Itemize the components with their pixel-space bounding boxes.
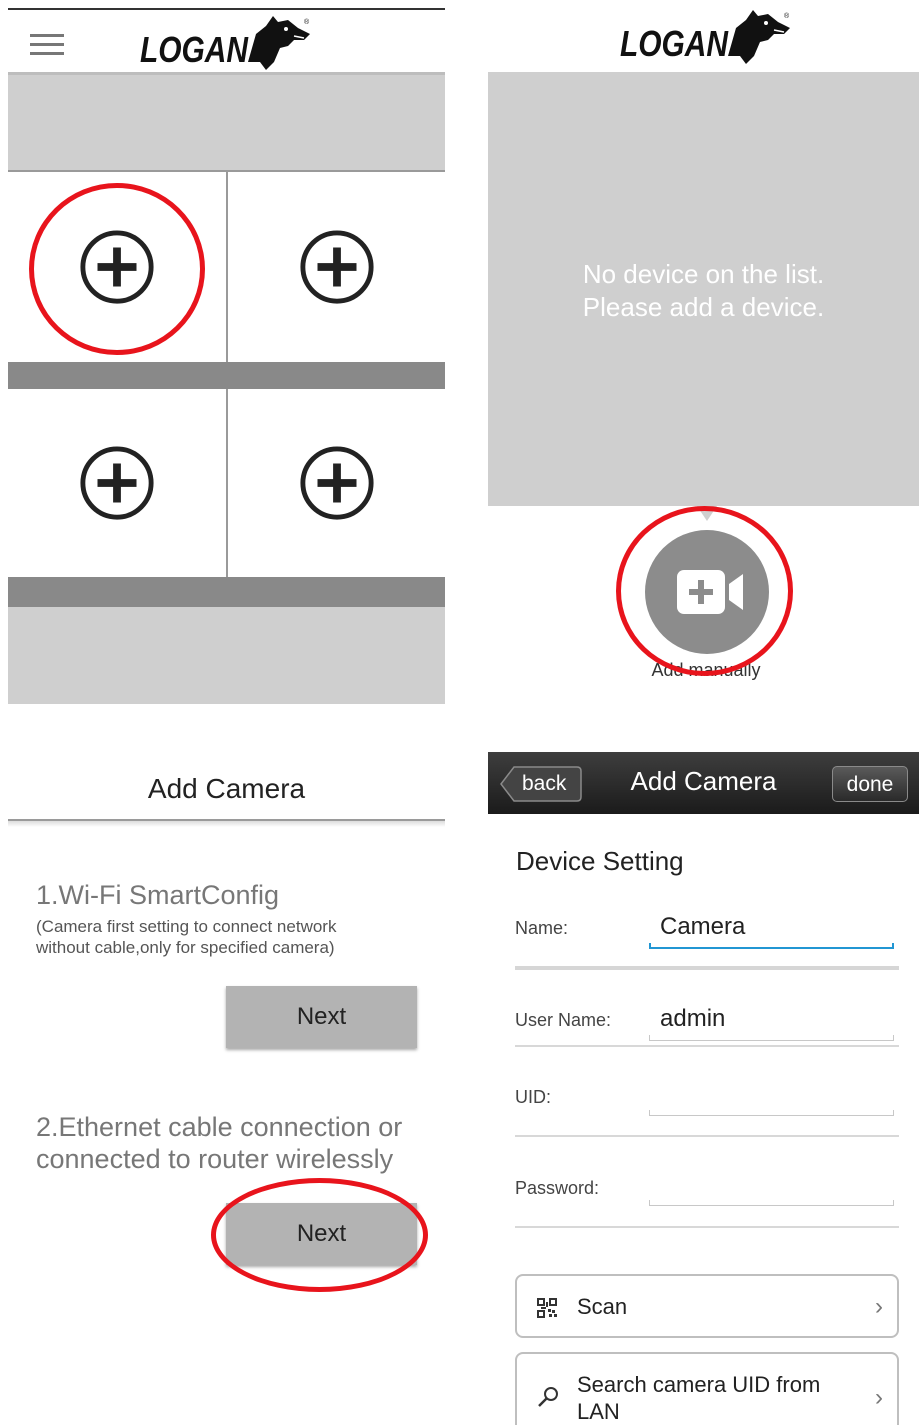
search-icon [538,1387,558,1407]
username-input[interactable] [649,1003,894,1035]
row-separator [515,1135,899,1137]
password-label: Password: [515,1178,600,1198]
title-shadow [8,821,445,827]
row-separator [8,362,445,389]
username-label: User Name: [515,1010,612,1030]
nav-bar: back Add Camera done [488,752,919,814]
chevron-right-icon: › [875,1384,883,1411]
add-camera-button[interactable] [645,530,769,654]
menu-icon[interactable] [30,34,66,56]
username-underline [649,1035,894,1041]
row-separator [515,1226,899,1228]
password-underline [649,1200,894,1206]
svg-text:®: ® [784,12,790,20]
add-camera-method-screen: Add Camera 1.Wi-Fi SmartConfig (Camera f… [8,738,445,1425]
done-button[interactable]: done [832,766,908,802]
uid-underline [649,1110,894,1116]
add-circle-icon[interactable] [78,228,156,306]
qr-code-icon [537,1298,557,1318]
logan-logo: LOGAN ® [140,16,310,70]
row-separator [515,1045,899,1047]
scan-label: Scan [577,1294,628,1319]
chevron-right-icon: › [875,1293,883,1320]
scan-button[interactable]: Scan › [515,1274,899,1338]
device-list-screen: LOGAN ® No device on the list. Please ad… [488,0,919,704]
uid-label: UID: [515,1087,551,1107]
device-grid-screen: LOGAN ® [8,0,445,704]
option2-title-line-1: 2.Ethernet cable connection or [36,1112,403,1142]
add-video-icon [677,570,743,614]
logo-text: LOGAN [620,23,729,64]
grid-cell-1[interactable] [8,172,226,362]
grid-cell-2[interactable] [228,172,445,362]
section-title: Device Setting [516,846,684,876]
tooltip-pointer [697,506,717,521]
empty-message-line-2: Please add a device. [582,292,825,322]
option1-note-line-2: without cable,only for specified camera) [36,938,335,957]
ethernet-next-button[interactable]: Next [226,1203,417,1265]
search-label-line-1: Search camera UID from [577,1372,821,1397]
option2-title-line-2: connected to router wirelessly [36,1144,394,1174]
name-input[interactable] [649,911,894,943]
top-banner [8,75,445,171]
grid-cell-4[interactable] [228,389,445,577]
add-circle-icon[interactable] [78,444,156,522]
uid-input[interactable] [649,1080,894,1112]
logan-logo: LOGAN ® [620,10,790,64]
add-circle-icon[interactable] [298,228,376,306]
empty-list-message: No device on the list. Please add a devi… [488,258,919,324]
smartconfig-next-button[interactable]: Next [226,986,417,1048]
search-label-line-2: LAN [577,1399,620,1424]
search-lan-button[interactable]: Search camera UID from LAN › [515,1352,899,1425]
name-underline [649,943,894,949]
add-circle-icon[interactable] [298,444,376,522]
svg-text:®: ® [304,18,310,26]
option1-note-line-1: (Camera first setting to connect network [36,917,337,936]
device-setting-screen: back Add Camera done Device Setting Name… [488,752,919,1425]
page-title: Add Camera [147,773,306,804]
name-label: Name: [515,918,569,938]
bottom-banner [8,607,445,704]
empty-message-line-1: No device on the list. [582,259,825,289]
logo-text: LOGAN [140,29,249,70]
row-separator [515,966,899,970]
add-manually-label: Add manually [651,660,761,680]
option1-title: 1.Wi-Fi SmartConfig [36,880,280,910]
row-separator [8,577,445,607]
grid-cell-3[interactable] [8,389,226,577]
password-input[interactable] [649,1170,894,1202]
